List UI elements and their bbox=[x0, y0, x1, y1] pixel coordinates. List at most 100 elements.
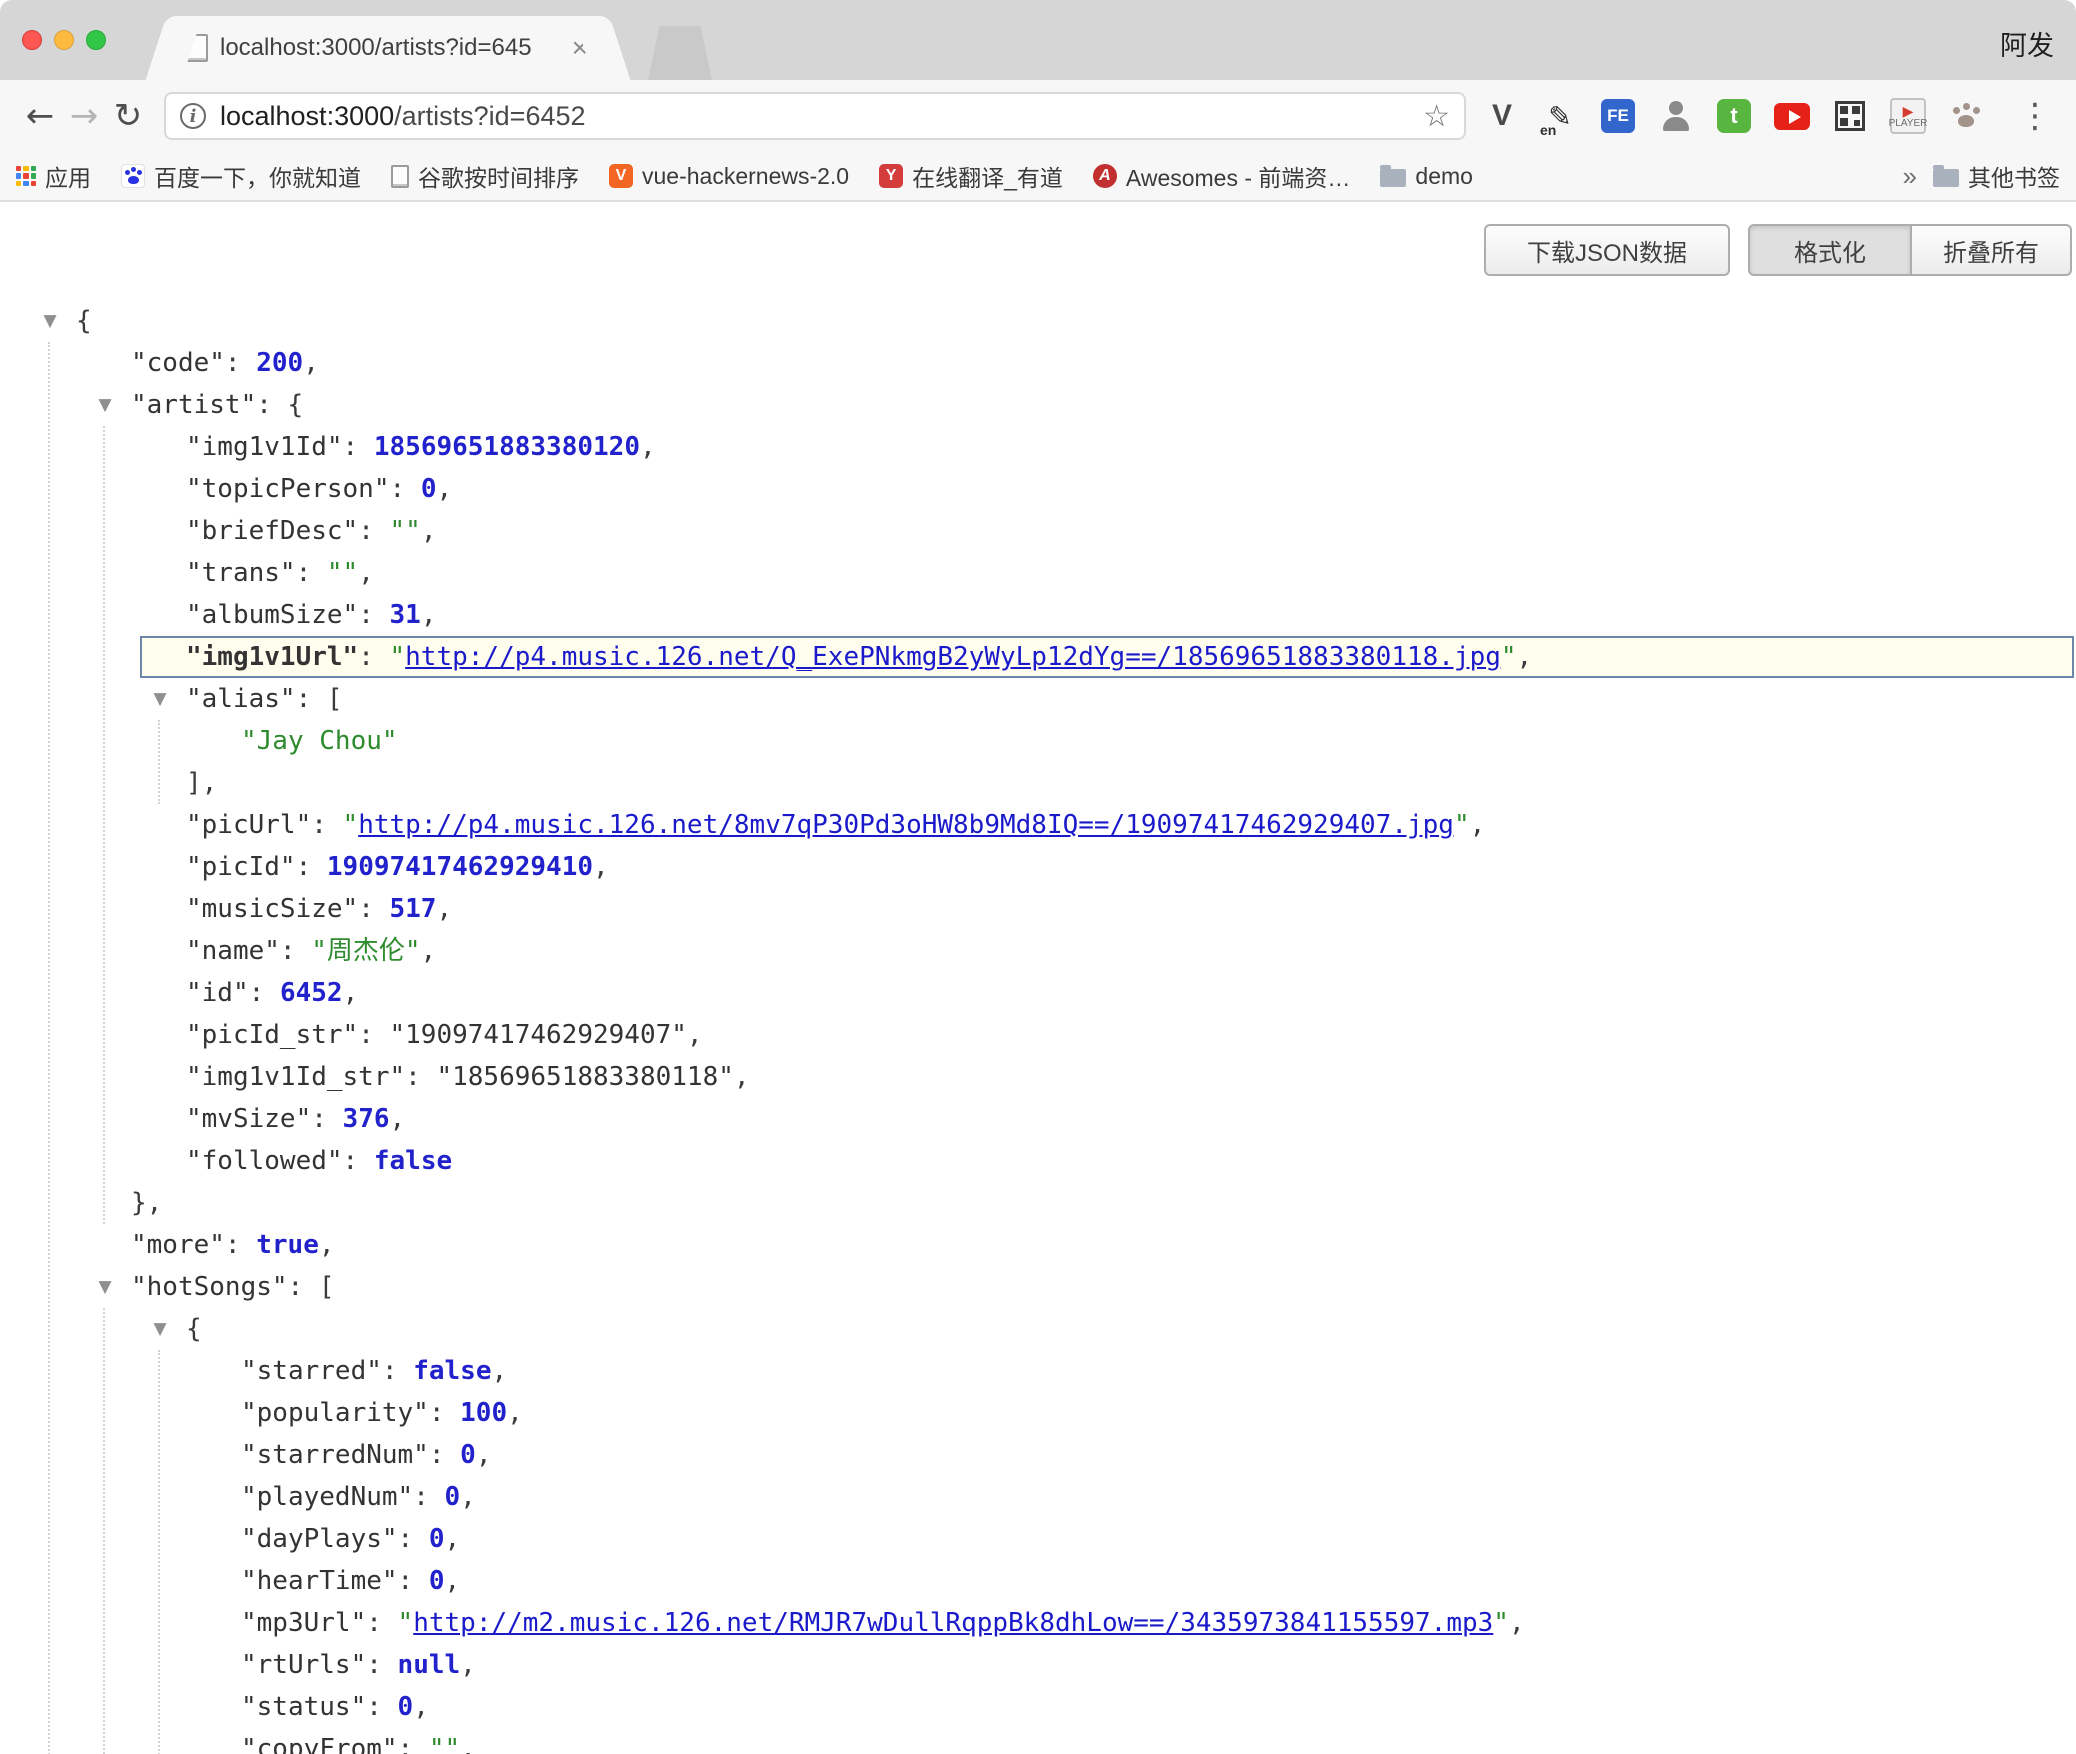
collapse-all-button[interactable]: 折叠所有 bbox=[1910, 224, 2072, 276]
reload-icon[interactable]: ↻ bbox=[106, 96, 150, 136]
traffic-lights bbox=[22, 30, 106, 50]
json-line: "rtUrls": null, bbox=[0, 1644, 2076, 1686]
tab-title: localhost:3000/artists?id=645 bbox=[220, 34, 554, 62]
bookmark-baidu[interactable]: 百度一下，你就知道 bbox=[121, 159, 361, 193]
collapse-triangle-icon[interactable]: ▼ bbox=[93, 1266, 117, 1308]
json-line: "Jay Chou" bbox=[0, 720, 2076, 762]
collapse-triangle-icon[interactable]: ▼ bbox=[38, 300, 62, 342]
json-line: "playedNum": 0, bbox=[0, 1476, 2076, 1518]
vimium-extension-icon[interactable]: V bbox=[1484, 98, 1520, 134]
green-extension-icon[interactable]: t bbox=[1716, 98, 1752, 134]
bookmark-star-icon[interactable]: ☆ bbox=[1423, 99, 1450, 134]
folder-icon bbox=[1933, 169, 1959, 187]
bookmark-awesomes[interactable]: A Awesomes - 前端资… bbox=[1093, 159, 1351, 193]
browser-window: localhost:3000/artists?id=645 × 阿发 ← → ↻… bbox=[0, 0, 2076, 1754]
player-icon: ▶ PLAYER bbox=[1890, 98, 1926, 134]
json-line: ▼"alias": [ bbox=[0, 678, 2076, 720]
json-line: "picId": 19097417462929410, bbox=[0, 846, 2076, 888]
json-line: ▼"artist": { bbox=[0, 384, 2076, 426]
profile-person-extension-icon[interactable] bbox=[1658, 98, 1694, 134]
json-viewer-actions: 下载JSON数据 格式化 折叠所有 bbox=[0, 224, 2076, 276]
collapse-triangle-icon[interactable]: ▼ bbox=[93, 384, 117, 426]
json-line: "topicPerson": 0, bbox=[0, 468, 2076, 510]
json-line: "starredNum": 0, bbox=[0, 1434, 2076, 1476]
json-line: }, bbox=[0, 1182, 2076, 1224]
apps-grid-icon bbox=[16, 166, 36, 186]
minimize-window-button[interactable] bbox=[54, 30, 74, 50]
json-line: "copyFrom": "", bbox=[0, 1728, 2076, 1754]
bookmarks-overflow-icon[interactable]: » bbox=[1903, 161, 1917, 192]
translate-pen-extension-icon[interactable]: ✎ en bbox=[1542, 98, 1578, 134]
bookmarks-bar: 应用 百度一下，你就知道 谷歌按时间排序 V vue-hackernews-2.… bbox=[0, 152, 2076, 202]
bookmark-demo-folder[interactable]: demo bbox=[1380, 163, 1473, 190]
json-line: "mvSize": 376, bbox=[0, 1098, 2076, 1140]
collapse-triangle-icon[interactable]: ▼ bbox=[148, 678, 172, 720]
json-line: "popularity": 100, bbox=[0, 1392, 2076, 1434]
page-content: 下载JSON数据 格式化 折叠所有 ▼{"code": 200,▼"artist… bbox=[0, 202, 2076, 1752]
json-line: "hearTime": 0, bbox=[0, 1560, 2076, 1602]
format-button[interactable]: 格式化 bbox=[1748, 224, 1912, 276]
json-line: "mp3Url": "http://m2.music.126.net/RMJR7… bbox=[0, 1602, 2076, 1644]
json-line: "trans": "", bbox=[0, 552, 2076, 594]
json-link[interactable]: http://p4.music.126.net/Q_ExePNkmgB2yWyL… bbox=[405, 642, 1501, 672]
page-favicon-icon bbox=[186, 34, 208, 62]
other-bookmarks-folder[interactable]: 其他书签 bbox=[1933, 159, 2060, 193]
url-host: localhost:3000 bbox=[220, 101, 394, 131]
json-line: "starred": false, bbox=[0, 1350, 2076, 1392]
json-line: "img1v1Id_str": "18569651883380118", bbox=[0, 1056, 2076, 1098]
json-line: ▼{ bbox=[0, 1308, 2076, 1350]
youtube-play-icon bbox=[1774, 103, 1810, 130]
json-line: ], bbox=[0, 762, 2076, 804]
fe-extension-icon[interactable]: FE bbox=[1600, 98, 1636, 134]
baidu-paw-icon bbox=[121, 164, 145, 188]
player-extension-icon[interactable]: ▶ PLAYER bbox=[1890, 98, 1926, 134]
url-text[interactable]: localhost:3000/artists?id=6452 bbox=[220, 101, 1423, 132]
json-line: "img1v1Url": "http://p4.music.126.net/Q_… bbox=[140, 636, 2074, 678]
browser-toolbar: ← → ↻ i localhost:3000/artists?id=6452 ☆… bbox=[0, 80, 2076, 152]
site-info-icon[interactable]: i bbox=[180, 103, 206, 129]
close-window-button[interactable] bbox=[22, 30, 42, 50]
json-line: "img1v1Id": 18569651883380120, bbox=[0, 426, 2076, 468]
forward-icon[interactable]: → bbox=[62, 96, 106, 136]
bookmark-vue-hackernews[interactable]: V vue-hackernews-2.0 bbox=[609, 163, 849, 190]
bookmark-google-sort[interactable]: 谷歌按时间排序 bbox=[391, 159, 579, 193]
profile-name[interactable]: 阿发 bbox=[2000, 24, 2054, 63]
collapse-triangle-icon[interactable]: ▼ bbox=[148, 1308, 172, 1350]
qrcode-icon bbox=[1835, 101, 1865, 131]
page-icon bbox=[391, 165, 409, 188]
address-bar[interactable]: i localhost:3000/artists?id=6452 ☆ bbox=[164, 92, 1466, 140]
json-line: ▼{ bbox=[0, 300, 2076, 342]
json-line: "more": true, bbox=[0, 1224, 2076, 1266]
back-icon[interactable]: ← bbox=[18, 96, 62, 136]
json-line: "name": "周杰伦", bbox=[0, 930, 2076, 972]
vue-icon: V bbox=[609, 164, 633, 188]
chrome-menu-icon[interactable]: ⋮ bbox=[2012, 96, 2058, 136]
bookmark-youdao[interactable]: Y 在线翻译_有道 bbox=[879, 159, 1063, 193]
json-link[interactable]: http://m2.music.126.net/RMJR7wDullRqppBk… bbox=[413, 1608, 1493, 1638]
json-line: "picId_str": "19097417462929407", bbox=[0, 1014, 2076, 1056]
extension-icons: V ✎ en FE t ▶ PLAYER ⋮ bbox=[1484, 96, 2058, 136]
json-line: "picUrl": "http://p4.music.126.net/8mv7q… bbox=[0, 804, 2076, 846]
json-line: "status": 0, bbox=[0, 1686, 2076, 1728]
maximize-window-button[interactable] bbox=[86, 30, 106, 50]
paw-extension-icon[interactable] bbox=[1948, 98, 1984, 134]
awesomes-icon: A bbox=[1093, 164, 1117, 188]
json-line: "followed": false bbox=[0, 1140, 2076, 1182]
tab-close-icon[interactable]: × bbox=[566, 34, 594, 62]
json-line: "briefDesc": "", bbox=[0, 510, 2076, 552]
qrcode-extension-icon[interactable] bbox=[1832, 98, 1868, 134]
new-tab-button[interactable] bbox=[648, 26, 712, 80]
active-tab[interactable]: localhost:3000/artists?id=645 × bbox=[172, 16, 604, 80]
json-link[interactable]: http://p4.music.126.net/8mv7qP30Pd3oHW8b… bbox=[358, 810, 1454, 840]
json-line: "albumSize": 31, bbox=[0, 594, 2076, 636]
bookmark-apps[interactable]: 应用 bbox=[16, 159, 91, 193]
tab-strip: localhost:3000/artists?id=645 × 阿发 bbox=[0, 0, 2076, 80]
youtube-extension-icon[interactable] bbox=[1774, 98, 1810, 134]
folder-icon bbox=[1380, 169, 1406, 187]
paw-icon bbox=[1949, 99, 1983, 133]
url-path: /artists?id=6452 bbox=[394, 101, 585, 131]
download-json-button[interactable]: 下载JSON数据 bbox=[1484, 224, 1730, 276]
json-line: "musicSize": 517, bbox=[0, 888, 2076, 930]
json-line: "code": 200, bbox=[0, 342, 2076, 384]
pen-badge: en bbox=[1540, 122, 1556, 138]
